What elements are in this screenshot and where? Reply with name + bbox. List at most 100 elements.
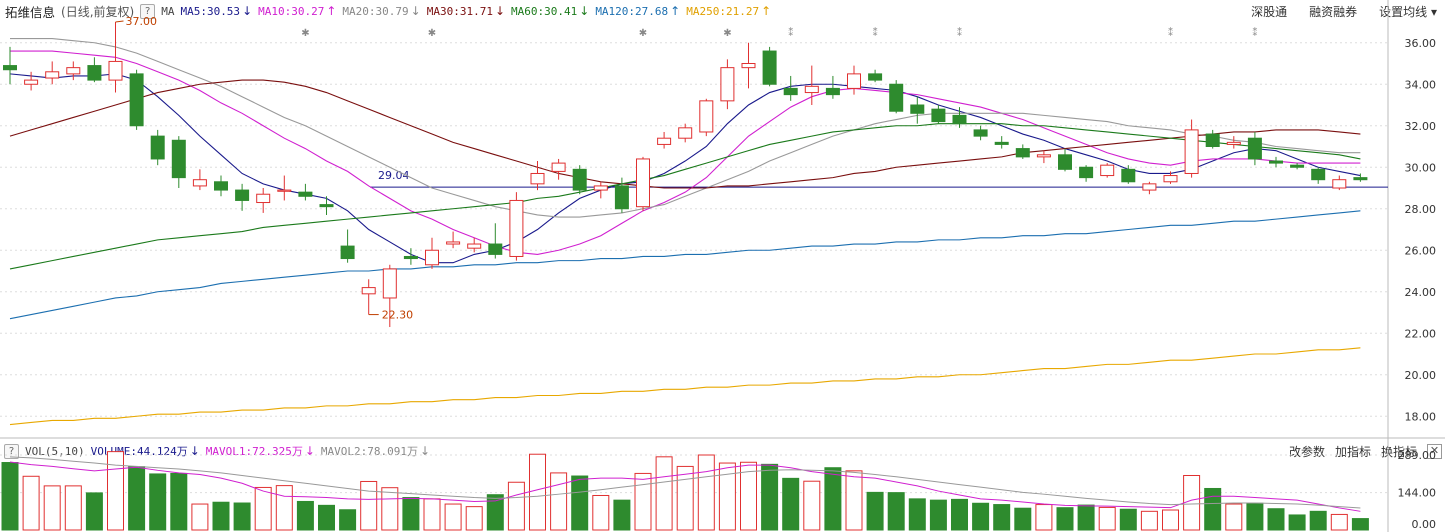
candle-body bbox=[319, 204, 334, 208]
volume-bar bbox=[951, 498, 968, 531]
volume-bar bbox=[318, 504, 335, 531]
low-price-label: 22.30 bbox=[382, 309, 414, 322]
candle-body bbox=[699, 100, 714, 133]
candle-body bbox=[657, 137, 672, 145]
candle-body bbox=[1269, 160, 1283, 164]
volume-bar bbox=[972, 502, 990, 531]
candle-body bbox=[171, 139, 186, 179]
candle-body bbox=[214, 181, 228, 191]
ma250-line bbox=[9, 347, 1361, 426]
candle-body bbox=[1226, 141, 1241, 145]
high-price-label: 37.00 bbox=[126, 15, 158, 28]
candle-body bbox=[1142, 183, 1157, 191]
volume-bar bbox=[1119, 508, 1137, 531]
candle-body bbox=[551, 162, 566, 172]
price-tick-label: 22.00 bbox=[1405, 327, 1437, 340]
event-marker: ⁑ bbox=[957, 26, 962, 39]
volume-bar bbox=[592, 494, 610, 531]
candle-body bbox=[1058, 154, 1072, 170]
volume-bar bbox=[824, 467, 842, 531]
candle-body bbox=[235, 189, 250, 201]
ma120-line bbox=[9, 210, 1361, 320]
candle-body bbox=[973, 129, 988, 137]
event-marker: ⁑ bbox=[788, 26, 793, 39]
candle-body bbox=[24, 79, 39, 85]
volume-bar bbox=[929, 499, 947, 531]
volume-bar bbox=[275, 485, 293, 531]
volume-bar bbox=[1035, 504, 1053, 531]
ma10-line bbox=[10, 50, 1361, 255]
volume-bar bbox=[1204, 487, 1222, 531]
candle-body bbox=[572, 168, 587, 191]
event-marker: ✱ bbox=[639, 28, 647, 39]
candle-body bbox=[889, 83, 904, 112]
candle-body bbox=[340, 245, 355, 260]
candle-body bbox=[129, 73, 144, 127]
volume-bar bbox=[381, 487, 399, 531]
volume-bar bbox=[866, 491, 884, 531]
volume-bar bbox=[296, 500, 314, 531]
candle-body bbox=[1121, 168, 1136, 183]
candle-body bbox=[762, 50, 777, 85]
candle-body bbox=[382, 268, 397, 299]
candle-body bbox=[868, 73, 883, 81]
candle-body bbox=[614, 185, 629, 210]
price-tick-label: 28.00 bbox=[1405, 203, 1437, 216]
volume-bar bbox=[1162, 509, 1179, 531]
volume-bar bbox=[1183, 475, 1201, 531]
volume-bar bbox=[887, 492, 905, 531]
volume-bar bbox=[128, 466, 146, 531]
event-marker: ⁑ bbox=[1252, 26, 1257, 39]
candle-body bbox=[298, 191, 313, 197]
volume-bar bbox=[761, 463, 779, 531]
volume-bar bbox=[1, 462, 19, 531]
event-marker: ⁑ bbox=[873, 26, 878, 39]
candle-body bbox=[361, 287, 376, 295]
volume-tick-label: 144.00 bbox=[1398, 487, 1437, 500]
candle-body bbox=[593, 185, 608, 191]
candle-body bbox=[488, 243, 503, 255]
price-tick-label: 32.00 bbox=[1405, 120, 1437, 133]
support-line-label: 29.04 bbox=[378, 169, 410, 182]
volume-bar bbox=[655, 456, 673, 531]
volume-bar bbox=[254, 486, 272, 531]
volume-bar bbox=[444, 503, 462, 531]
candle-body bbox=[1353, 177, 1368, 181]
volume-bar bbox=[908, 498, 926, 531]
volume-bar bbox=[1246, 502, 1264, 531]
volume-tick-label: 289.00 bbox=[1398, 449, 1437, 462]
candle-body bbox=[1100, 164, 1115, 177]
candle-body bbox=[467, 243, 482, 249]
volume-bar bbox=[107, 451, 124, 531]
candle-body bbox=[150, 135, 165, 160]
volume-bar bbox=[1140, 510, 1158, 531]
candle-body bbox=[1036, 154, 1051, 158]
candle-body bbox=[66, 67, 81, 75]
candle-body bbox=[87, 65, 102, 81]
volume-bar bbox=[1330, 513, 1348, 531]
candle-body bbox=[1184, 129, 1199, 174]
candle-body bbox=[1311, 168, 1326, 181]
volume-bar bbox=[1077, 504, 1095, 531]
candle-body bbox=[1079, 166, 1094, 179]
volume-bar bbox=[149, 473, 167, 531]
candle-body bbox=[192, 179, 207, 187]
volume-bar bbox=[212, 501, 230, 531]
candle-body bbox=[783, 87, 798, 96]
volume-bar bbox=[339, 509, 357, 531]
candle-body bbox=[1015, 148, 1030, 158]
price-tick-label: 34.00 bbox=[1405, 78, 1437, 91]
volume-bar bbox=[1056, 507, 1074, 531]
volume-bar bbox=[85, 492, 103, 531]
candle-body bbox=[847, 73, 861, 89]
price-tick-label: 18.00 bbox=[1405, 410, 1437, 423]
candle-body bbox=[994, 141, 1009, 145]
volume-bar bbox=[1288, 514, 1306, 531]
volume-bar bbox=[507, 481, 525, 531]
kline-chart[interactable]: 18.00 20.00 22.00 24.00 26.00 28.00 30.00 32.00… bbox=[0, 0, 1445, 532]
candle-body bbox=[425, 249, 439, 266]
volume-bar bbox=[423, 498, 441, 531]
volume-bar bbox=[64, 485, 82, 531]
volume-bar bbox=[22, 475, 40, 531]
candle-body bbox=[720, 67, 735, 102]
